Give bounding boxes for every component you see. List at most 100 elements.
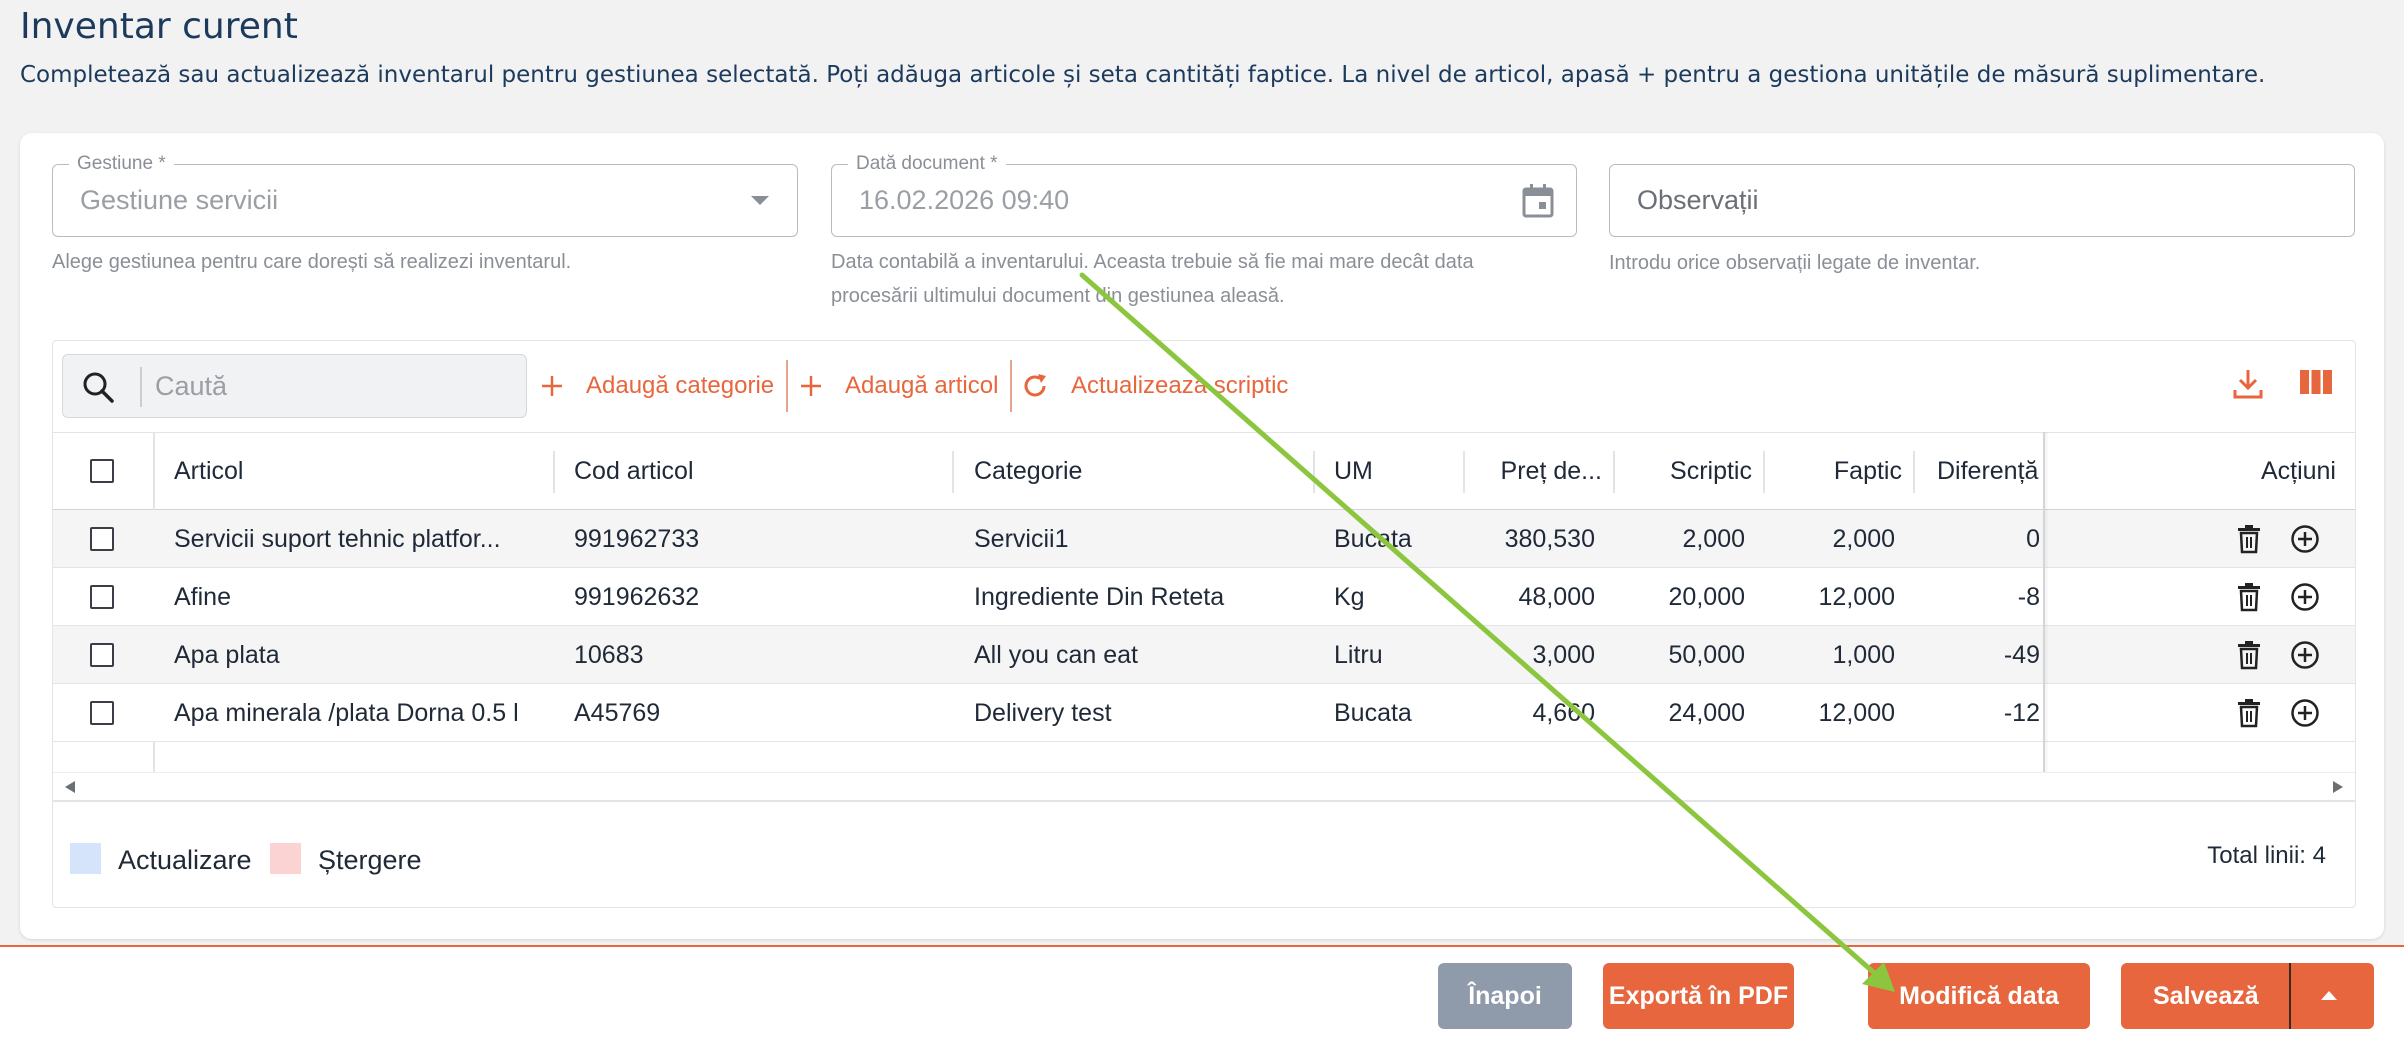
- add-article-button[interactable]: Adaugă articol: [799, 364, 998, 408]
- plus-icon: [799, 374, 823, 398]
- save-label: Salvează: [2153, 981, 2259, 1010]
- cell-cod: 991962733: [574, 525, 700, 553]
- header-diferenta[interactable]: Diferență: [1937, 457, 2038, 486]
- delete-icon[interactable]: [2237, 524, 2261, 559]
- cell-diferenta: -49: [2003, 641, 2040, 669]
- toolbar-divider: [786, 360, 788, 412]
- table-row[interactable]: Apa minerala /plata Dorna 0.5 l A45769 D…: [53, 684, 2355, 742]
- cell-scriptic: 2,000: [1682, 525, 1745, 553]
- grid-footer-divider: [53, 800, 2355, 802]
- update-scriptic-button[interactable]: Actualizeaza scriptic: [1021, 364, 1288, 408]
- columns-icon[interactable]: [2299, 367, 2333, 402]
- calendar-icon[interactable]: [1520, 182, 1556, 225]
- legend-update-label: Actualizare: [118, 845, 252, 875]
- horizontal-scrollbar[interactable]: [53, 772, 2355, 800]
- scroll-left-icon[interactable]: [63, 779, 77, 800]
- header-actiuni: Acțiuni: [2260, 457, 2336, 485]
- cell-um: Litru: [1334, 641, 1383, 669]
- column-divider: [153, 433, 155, 511]
- header-um[interactable]: UM: [1334, 457, 1373, 486]
- cell-cod: 10683: [574, 641, 644, 669]
- total-lines: Total linii: 4: [2207, 842, 2326, 869]
- header-categorie[interactable]: Categorie: [974, 457, 1082, 486]
- cell-scriptic: 24,000: [1668, 699, 1745, 727]
- column-divider: [1913, 451, 1915, 493]
- cell-faptic: 12,000: [1818, 699, 1895, 727]
- row-checkbox[interactable]: [90, 585, 114, 609]
- add-unit-icon[interactable]: [2290, 582, 2320, 617]
- column-divider: [553, 451, 555, 493]
- document-date-label: Dată document *: [848, 153, 1006, 175]
- search-box[interactable]: [62, 354, 527, 418]
- add-unit-icon[interactable]: [2290, 640, 2320, 675]
- column-divider: [1313, 451, 1315, 493]
- back-button[interactable]: Înapoi: [1438, 963, 1572, 1029]
- delete-icon[interactable]: [2237, 640, 2261, 675]
- header-faptic[interactable]: Faptic: [1773, 457, 1902, 486]
- save-split-divider: [2289, 963, 2291, 1029]
- pinned-column-shadow: [2043, 432, 2049, 772]
- document-date-field[interactable]: Dată document * 16.02.2026 09:40: [831, 153, 1577, 237]
- add-article-label: Adaugă articol: [845, 372, 999, 399]
- table-row[interactable]: Afine 991962632 Ingrediente Din Reteta K…: [53, 568, 2355, 626]
- delete-icon[interactable]: [2237, 582, 2261, 617]
- cell-pret: 380,530: [1504, 525, 1595, 553]
- cell-um: Bucata: [1334, 525, 1412, 553]
- header-articol[interactable]: Articol: [174, 457, 243, 486]
- table-row[interactable]: Apa plata 10683 All you can eat Litru 3,…: [53, 626, 2355, 684]
- cell-faptic: 2,000: [1832, 525, 1895, 553]
- legend-delete-swatch: [270, 843, 301, 874]
- caret-up-icon[interactable]: [2320, 988, 2338, 1006]
- cell-cod: 991962632: [574, 583, 700, 611]
- download-icon[interactable]: [2232, 367, 2264, 406]
- gestiune-helper: Alege gestiunea pentru care dorești să r…: [52, 251, 572, 273]
- cell-categorie: All you can eat: [974, 641, 1138, 669]
- document-date-helper-1: Data contabilă a inventarului. Aceasta t…: [831, 251, 1474, 273]
- search-input[interactable]: [155, 365, 505, 407]
- refresh-icon: [1021, 372, 1049, 400]
- add-category-button[interactable]: Adaugă categorie: [540, 364, 774, 408]
- add-unit-icon[interactable]: [2290, 698, 2320, 733]
- column-divider: [1613, 451, 1615, 493]
- document-date-helper-2: procesării ultimului document din gestiu…: [831, 285, 1285, 307]
- row-checkbox[interactable]: [90, 643, 114, 667]
- observatii-helper: Introdu orice observații legate de inven…: [1609, 252, 1981, 274]
- cell-categorie: Ingrediente Din Reteta: [974, 583, 1225, 611]
- row-checkbox[interactable]: [90, 701, 114, 725]
- cell-diferenta: -12: [2003, 699, 2040, 727]
- chevron-down-icon: [751, 196, 769, 205]
- column-divider: [952, 451, 954, 493]
- page-title: Inventar curent: [20, 6, 298, 47]
- select-all-checkbox[interactable]: [90, 459, 114, 483]
- header-pret[interactable]: Preț de...: [1473, 457, 1602, 486]
- cell-pret: 4,660: [1532, 699, 1595, 727]
- cell-scriptic: 20,000: [1668, 583, 1745, 611]
- cell-cod: A45769: [574, 699, 661, 727]
- table-header: Articol Cod articol Categorie UM Preț de…: [53, 432, 2355, 511]
- scroll-right-icon[interactable]: [2331, 779, 2345, 800]
- table-row[interactable]: Servicii suport tehnic platfor... 991962…: [53, 510, 2355, 568]
- cell-articol: Servicii suport tehnic platfor...: [174, 525, 501, 553]
- cell-diferenta: 0: [2026, 525, 2040, 553]
- update-scriptic-label: Actualizeaza scriptic: [1071, 372, 1289, 399]
- observatii-field[interactable]: Observații: [1609, 164, 2355, 237]
- cell-articol: Apa minerala /plata Dorna 0.5 l: [174, 699, 519, 727]
- plus-icon: [540, 374, 564, 398]
- export-pdf-button[interactable]: Exportă în PDF: [1603, 963, 1794, 1029]
- modify-date-button[interactable]: Modifică data: [1868, 963, 2090, 1029]
- delete-icon[interactable]: [2237, 698, 2261, 733]
- page-description: Completează sau actualizează inventarul …: [20, 62, 2266, 88]
- gestiune-value: Gestiune servicii: [80, 185, 279, 215]
- search-icon: [81, 370, 115, 409]
- cell-articol: Apa plata: [174, 641, 280, 669]
- header-scriptic[interactable]: Scriptic: [1623, 457, 1752, 486]
- row-checkbox[interactable]: [90, 527, 114, 551]
- add-unit-icon[interactable]: [2290, 524, 2320, 559]
- gestiune-select[interactable]: Gestiune * Gestiune servicii: [52, 153, 798, 237]
- header-cod-articol[interactable]: Cod articol: [574, 457, 694, 486]
- cell-um: Kg: [1334, 583, 1365, 611]
- cell-categorie: Delivery test: [974, 699, 1112, 727]
- cell-um: Bucata: [1334, 699, 1412, 727]
- legend-delete-label: Ștergere: [318, 845, 422, 875]
- document-date-value: 16.02.2026 09:40: [859, 185, 1070, 215]
